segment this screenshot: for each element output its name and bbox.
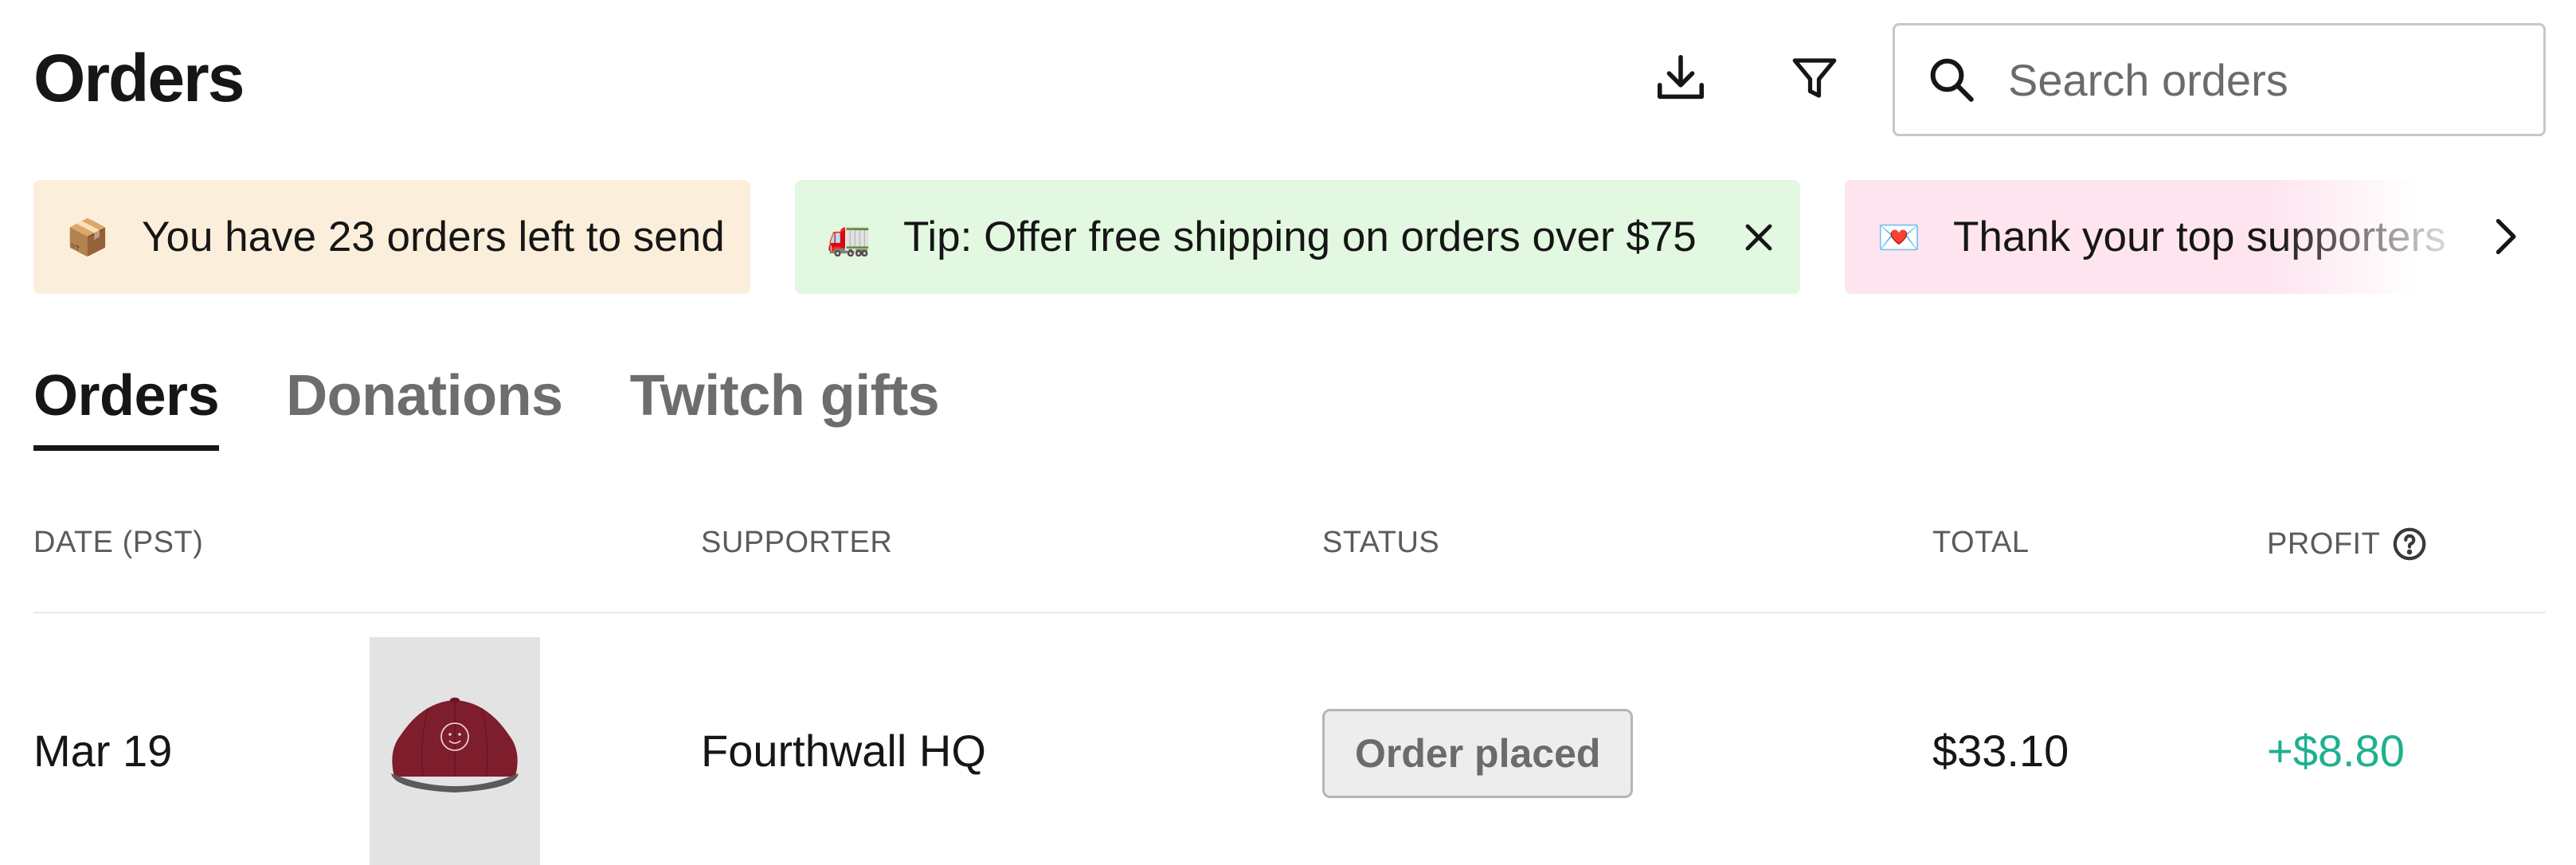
close-icon	[1745, 224, 1772, 250]
package-icon: 📦	[65, 217, 110, 258]
banner-text: Thank your top supporters	[1953, 213, 2446, 260]
column-header-supporter: SUPPORTER	[701, 526, 893, 559]
filter-button[interactable]	[1775, 38, 1854, 118]
column-header-total: TOTAL	[1932, 526, 2030, 559]
page-title: Orders	[33, 41, 245, 115]
profit-help-button[interactable]	[2391, 526, 2428, 562]
tab-twitch-gifts[interactable]: Twitch gifts	[630, 363, 940, 446]
love-letter-icon: 💌	[1877, 217, 1921, 258]
banner-next-button[interactable]	[2477, 209, 2533, 264]
thank-supporters-banner[interactable]: 💌 Thank your top supporters	[1845, 180, 2546, 294]
table-row[interactable]: Mar 19 Fourthwall HQ Order placed $33.10…	[0, 637, 2576, 865]
supporter-name[interactable]: Fourthwall HQ	[701, 725, 986, 777]
order-total: $33.10	[1932, 726, 2069, 776]
search-icon	[1924, 52, 1979, 108]
tab-donations[interactable]: Donations	[286, 363, 563, 446]
product-thumbnail[interactable]	[370, 637, 540, 865]
column-header-profit-label: PROFIT	[2267, 526, 2381, 561]
filter-icon	[1792, 58, 1837, 98]
help-circle-icon	[2394, 527, 2426, 561]
tab-bar: Orders Donations Twitch gifts	[33, 363, 1006, 451]
search-input[interactable]	[2008, 53, 2502, 106]
status-badge: Order placed	[1322, 709, 1634, 798]
banner-text: You have 23 orders left to send	[142, 213, 725, 260]
banner-text: Tip: Offer free shipping on orders over …	[903, 213, 1697, 260]
truck-icon: 🚛	[827, 217, 871, 258]
maroon-cap-image	[391, 697, 519, 793]
column-header-status: STATUS	[1322, 526, 1440, 559]
column-header-date: DATE (PST)	[33, 526, 204, 559]
order-date: Mar 19	[33, 726, 173, 776]
download-icon	[1657, 54, 1705, 100]
chevron-right-icon	[2496, 218, 2516, 255]
column-header-profit: PROFIT	[2267, 526, 2428, 562]
orders-left-banner[interactable]: 📦 You have 23 orders left to send	[33, 180, 750, 294]
order-profit: +$8.80	[2267, 726, 2405, 776]
search-box[interactable]	[1893, 23, 2546, 136]
download-button[interactable]	[1641, 38, 1721, 118]
free-shipping-tip-banner[interactable]: 🚛 Tip: Offer free shipping on orders ove…	[795, 180, 1800, 294]
dismiss-tip-button[interactable]	[1735, 213, 1783, 261]
tab-orders[interactable]: Orders	[33, 363, 220, 451]
table-header-divider	[33, 612, 2546, 613]
